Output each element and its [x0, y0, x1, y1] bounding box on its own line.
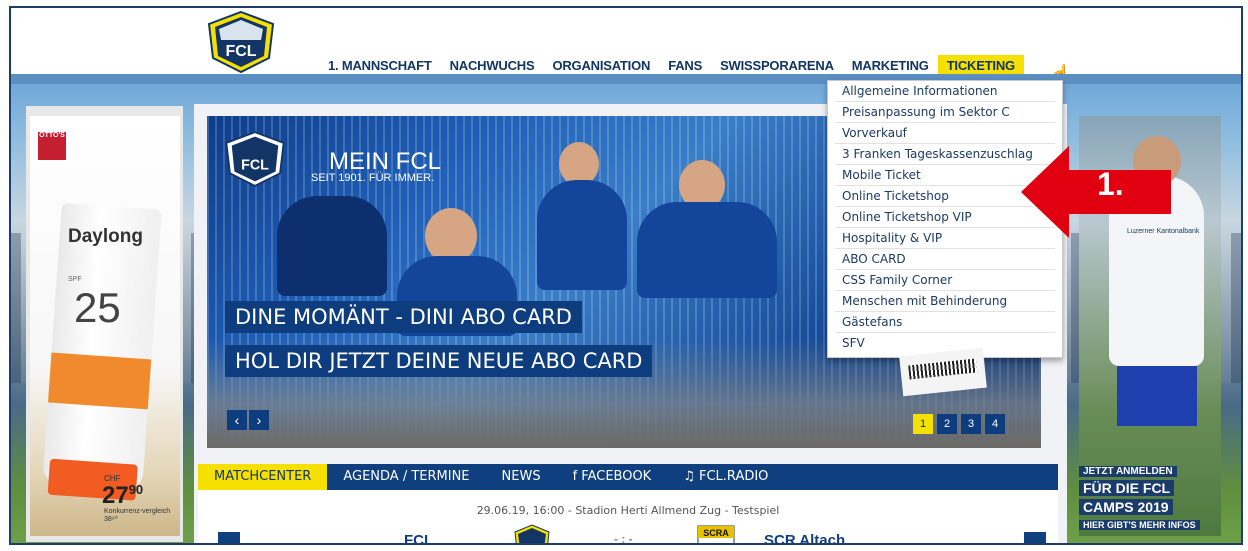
slider-page-3[interactable]: 3: [961, 414, 981, 434]
tab-agenda-termine[interactable]: AGENDA / TERMINE: [327, 464, 485, 490]
menu-item-menschen-mit-behinderung[interactable]: Menschen mit Behinderung: [835, 291, 1055, 312]
tube-band: [48, 352, 152, 410]
slider-subline: SEIT 1901. FÜR IMMER.: [311, 172, 435, 184]
abo-card-image: [899, 347, 987, 397]
nav-item-organisation[interactable]: ORGANISATION: [543, 55, 659, 76]
tab-news[interactable]: NEWS: [486, 464, 557, 490]
nav-item-nachwuchs[interactable]: NACHWUCHS: [441, 55, 544, 76]
menu-item-abo-card[interactable]: ABO CARD: [835, 249, 1055, 270]
menu-item-allgemeine-informationen[interactable]: Allgemeine Informationen: [835, 81, 1055, 102]
player-figure: [537, 180, 627, 290]
away-logo-text: SCRA: [703, 528, 729, 538]
menu-item-css-family-corner[interactable]: CSS Family Corner: [835, 270, 1055, 291]
left-ad-content: OTTO'S Daylong SPF 25 CHF 2790 Konkurren…: [30, 116, 180, 536]
tab-fcl-radio[interactable]: ♫ FCL.RADIO: [667, 464, 784, 490]
tab-matchcenter[interactable]: MATCHCENTER: [198, 464, 328, 490]
nav-item-fans[interactable]: FANS: [659, 55, 711, 76]
annotation-label: 1.: [1097, 166, 1124, 202]
logo-text: FCL: [225, 43, 256, 60]
player-figure: [277, 196, 387, 296]
away-team-logo: SCRA: [697, 525, 735, 543]
nav-item-swissporarena[interactable]: SWISSPORARENA: [711, 55, 843, 76]
slider-next-button[interactable]: ›: [249, 410, 269, 430]
fcl-logo[interactable]: FCL: [203, 10, 279, 74]
site-header: FCL 1. MANNSCHAFT NACHWUCHS ORGANISATION…: [11, 8, 1241, 84]
menu-item-gaestefans[interactable]: Gästefans: [835, 312, 1055, 333]
menu-item-vorverkauf[interactable]: Vorverkauf: [835, 123, 1055, 144]
camp-line-1: JETZT ANMELDEN: [1079, 466, 1177, 477]
player-figure: [637, 202, 777, 298]
camp-more-info-link[interactable]: HIER GIBT'S MEHR INFOS: [1079, 520, 1200, 530]
camp-line-3: CAMPS 2019: [1079, 499, 1173, 515]
match-separator-icon: - : -: [614, 532, 633, 545]
menu-item-preisanpassung-sektor-c[interactable]: Preisanpassung im Sektor C: [835, 102, 1055, 123]
slider-page-1[interactable]: 1: [913, 414, 933, 434]
slider-pagination: 1 2 3 4: [913, 414, 1005, 434]
match-details: 29.06.19, 16:00 - Stadion Herti Allmend …: [476, 504, 780, 517]
ottos-logo: OTTO'S: [38, 132, 66, 160]
home-team-name: FCL: [404, 532, 434, 545]
browser-viewport: FCL 1. MANNSCHAFT NACHWUCHS ORGANISATION…: [9, 6, 1243, 545]
tab-facebook[interactable]: f FACEBOOK: [557, 464, 668, 490]
menu-item-sfv[interactable]: SFV: [835, 333, 1055, 353]
slider-page-4[interactable]: 4: [985, 414, 1005, 434]
matchcenter-panel: 29.06.19, 16:00 - Stadion Herti Allmend …: [198, 490, 1058, 545]
slider-prev-button[interactable]: ‹: [227, 410, 247, 430]
slider-banner-1[interactable]: DINE MOMÄNT - DINI ABO CARD: [225, 301, 582, 333]
away-team-name: SCR Altach: [764, 532, 846, 545]
camp-line-2: FÜR DIE FCL: [1079, 480, 1175, 496]
match-next-button[interactable]: [1024, 532, 1046, 543]
slider-page-2[interactable]: 2: [937, 414, 957, 434]
price: 2790: [102, 482, 144, 509]
left-ad-banner[interactable]: OTTO'S Daylong SPF 25 CHF 2790 Konkurren…: [26, 106, 183, 542]
home-team-logo: [514, 524, 550, 543]
product-name: Daylong: [68, 226, 143, 247]
nav-item-ticketing[interactable]: TICKETING: [937, 54, 1024, 76]
slider-logo-text: FCL: [241, 158, 269, 174]
spf-label: SPF: [68, 276, 82, 283]
matchcenter-tabs: MATCHCENTER AGENDA / TERMINE NEWS f FACE…: [198, 464, 1058, 490]
player-shorts: [1117, 366, 1197, 426]
nav-item-marketing[interactable]: MARKETING: [843, 55, 938, 76]
slider-fcl-logo: FCL: [225, 131, 285, 187]
slider-arrows: ‹ ›: [227, 410, 269, 430]
spf-value: 25: [74, 284, 121, 331]
match-prev-button[interactable]: [218, 532, 240, 543]
slider-banner-2[interactable]: HOL DIR JETZT DEINE NEUE ABO CARD: [225, 345, 653, 377]
annotation-arrow-icon: [1021, 146, 1171, 238]
price-compare: Konkurrenz-vergleich 38⁹⁰: [104, 508, 171, 523]
nav-item-1-mannschaft[interactable]: 1. MANNSCHAFT: [319, 55, 441, 76]
